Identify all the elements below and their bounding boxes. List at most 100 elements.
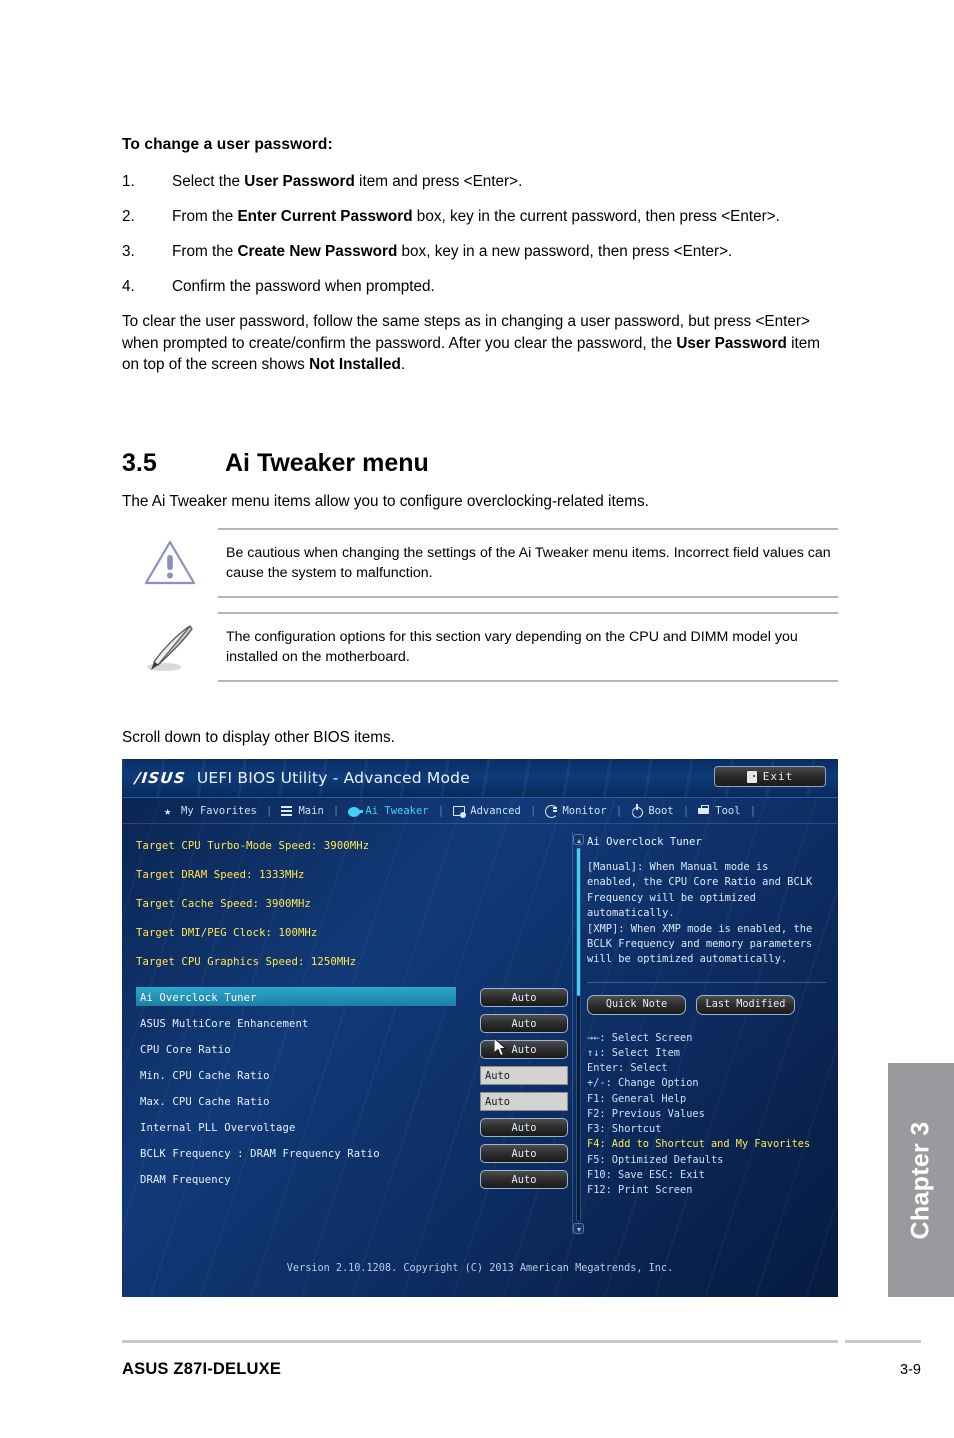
bios-info-line: Target CPU Turbo-Mode Speed: 3900MHz [136, 840, 370, 852]
bios-option-label: CPU Core Ratio [140, 1044, 231, 1056]
star-icon: ★ [164, 803, 172, 818]
bios-option-row[interactable]: ASUS MultiCore Enhancement Auto [136, 1011, 568, 1037]
exit-button[interactable]: Exit [714, 766, 826, 787]
chapter-tab: Chapter 3 [888, 1063, 954, 1297]
bios-option-dropdown[interactable]: Auto [480, 988, 568, 1007]
key-legend-line: →←: Select Screen [587, 1031, 693, 1044]
bios-info-line: Target DRAM Speed: 1333MHz [136, 869, 305, 881]
bios-option-row[interactable]: Max. CPU Cache Ratio Auto [136, 1089, 568, 1115]
tab-separator: | [332, 804, 340, 817]
help-divider [587, 981, 826, 983]
note-info: The configuration options for this secti… [122, 612, 838, 683]
procedure-block: To change a user password: 1. Select the … [122, 136, 838, 375]
bios-option-label: BCLK Frequency : DRAM Frequency Ratio [140, 1148, 380, 1160]
tab-separator: | [529, 804, 537, 817]
bios-option-row[interactable]: BCLK Frequency : DRAM Frequency Ratio Aut… [136, 1141, 568, 1167]
chapter-tab-label: Chapter 3 [906, 1120, 935, 1240]
bios-option-row[interactable]: Min. CPU Cache Ratio Auto [136, 1063, 568, 1089]
bios-help-panel: Ai Overclock Tuner [Manual]: When Manual… [573, 832, 826, 1247]
manual-page: To change a user password: 1. Select the … [0, 0, 954, 1438]
warning-triangle-icon [122, 528, 218, 586]
step-number: 3. [122, 243, 135, 261]
bios-tab-ai-tweaker[interactable]: Ai Tweaker [339, 805, 437, 817]
section-description: The Ai Tweaker menu items allow you to c… [122, 493, 649, 510]
note-warning-body: Be cautious when changing the settings o… [218, 528, 838, 599]
tab-separator: | [682, 804, 690, 817]
bios-tab-label: Tool [715, 804, 741, 817]
pencil-note-icon [122, 612, 218, 674]
power-icon [631, 803, 643, 817]
bios-tab-tool[interactable]: Tool [689, 804, 749, 817]
help-text: [Manual]: When Manual mode is enabled, t… [587, 861, 813, 966]
procedure-step: 3. From the Create New Password box, key … [122, 241, 838, 262]
footer-product-name: ASUS Z87I-DELUXE [122, 1360, 282, 1378]
bios-tab-advanced[interactable]: Advanced [444, 804, 530, 818]
procedure-step: 1. Select the User Password item and pres… [122, 171, 838, 192]
bios-tab-label: My Favorites [181, 804, 257, 817]
step-text: Confirm the password when prompted. [172, 278, 435, 296]
key-legend-line: F3: Shortcut [587, 1123, 662, 1136]
key-legend: →←: Select Screen ↑↓: Select Item Enter: S… [587, 1031, 826, 1199]
key-legend-line: F2: Previous Values [587, 1107, 705, 1120]
bios-tab-label: Ai Tweaker [365, 804, 429, 817]
bios-option-label: Ai Overclock Tuner [140, 992, 257, 1004]
bios-option-list: Ai Overclock Tuner Auto ASUS MultiCore Enh… [136, 985, 568, 1193]
tab-separator: | [615, 804, 623, 817]
bios-tab-my-favorites[interactable]: ★ My Favorites [155, 805, 266, 817]
exit-door-icon [746, 770, 757, 783]
bios-last-modified-button[interactable]: Last Modified [696, 994, 795, 1015]
bios-option-dropdown[interactable]: Auto [480, 1170, 568, 1189]
quick-button-row: Quick Note Last Modified [587, 994, 826, 1015]
bios-option-label: Max. CPU Cache Ratio [140, 1096, 270, 1108]
procedure-closing-paragraph: To clear the user password, follow the s… [122, 313, 821, 373]
bios-tab-label: Monitor [562, 804, 607, 817]
key-legend-line: F4: Add to Shortcut and My Favorites [587, 1138, 811, 1151]
bios-option-input[interactable]: Auto [480, 1092, 568, 1111]
bios-option-label: ASUS MultiCore Enhancement [140, 1018, 309, 1030]
key-legend-line: F1: General Help [587, 1092, 687, 1105]
advanced-icon [453, 805, 467, 818]
bios-option-row[interactable]: Ai Overclock Tuner Auto [136, 985, 568, 1011]
bios-screenshot: /ISUS UEFI BIOS Utility - Advanced Mode … [122, 759, 838, 1297]
exit-button-label: Exit [762, 770, 794, 783]
bios-footer: Version 2.10.1208. Copyright (C) 2013 Am… [122, 1251, 838, 1297]
bios-option-label: Min. CPU Cache Ratio [140, 1070, 270, 1082]
bios-quick-note-button[interactable]: Quick Note [587, 994, 686, 1015]
bios-option-row[interactable]: Internal PLL Overvoltage Auto [136, 1115, 568, 1141]
key-legend-line: Enter: Select [587, 1062, 668, 1075]
key-legend-line: F5: Optimized Defaults [587, 1153, 724, 1166]
bios-tab-boot[interactable]: Boot [622, 803, 682, 817]
bios-option-dropdown[interactable]: Auto [480, 1118, 568, 1137]
bios-option-dropdown[interactable]: Auto [480, 1144, 568, 1163]
procedure-heading: To change a user password: [122, 136, 333, 153]
tab-separator: | [265, 804, 273, 817]
section-number: 3.5 [122, 449, 157, 477]
bios-tab-main[interactable]: Main [272, 805, 332, 817]
bios-body: Target CPU Turbo-Mode Speed: 3900MHz Targ… [122, 824, 838, 1247]
bios-tab-label: Main [298, 804, 324, 817]
tab-separator: | [749, 804, 757, 817]
bios-info-line: Target Cache Speed: 3900MHz [136, 898, 311, 910]
footer-rule-left [122, 1340, 838, 1343]
mouse-cursor-icon [494, 1038, 507, 1057]
asus-logo: /ISUS [134, 769, 187, 787]
tweaker-icon [348, 806, 364, 817]
procedure-step: 2. From the Enter Current Password box, k… [122, 206, 838, 227]
bios-tab-monitor[interactable]: Monitor [536, 804, 615, 818]
step-text: Select the User Password item and press … [172, 173, 523, 190]
scroll-hint: Scroll down to display other BIOS items. [122, 729, 395, 746]
bios-tab-label: Advanced [470, 804, 521, 817]
tool-icon [698, 804, 710, 817]
key-legend-line: F10: Save ESC: Exit [587, 1168, 705, 1181]
procedure-steps: 1. Select the User Password item and pres… [122, 171, 838, 297]
section-title: Ai Tweaker menu [225, 449, 429, 477]
bios-option-dropdown[interactable]: Auto [480, 1014, 568, 1033]
footer-rule-right [845, 1340, 921, 1343]
monitor-icon [545, 804, 559, 818]
list-icon [281, 805, 293, 817]
bios-option-row[interactable]: DRAM Frequency Auto [136, 1167, 568, 1193]
bios-info-line: Target DMI/PEG Clock: 100MHz [136, 927, 318, 939]
bios-info-list: Target CPU Turbo-Mode Speed: 3900MHz Targ… [136, 840, 568, 968]
bios-option-input[interactable]: Auto [480, 1066, 568, 1085]
bios-tab-label: Boot [648, 804, 674, 817]
